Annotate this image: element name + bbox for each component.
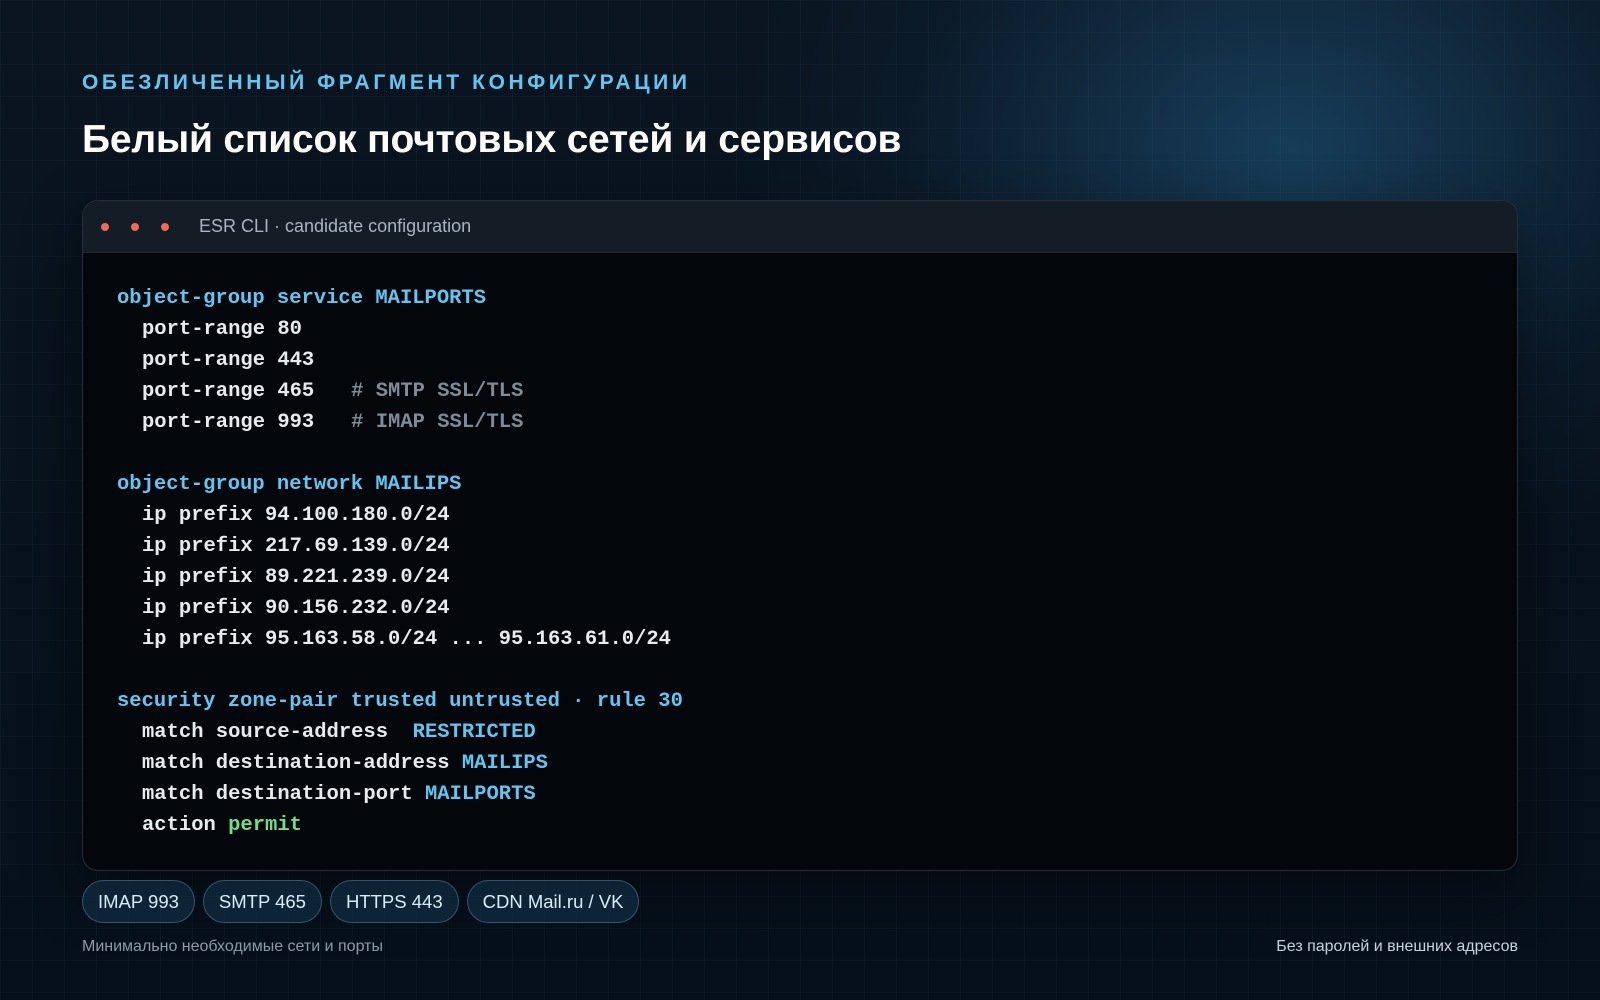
action-keyword: action xyxy=(142,814,229,837)
match-value: MAILIPS xyxy=(461,752,548,775)
port-range-line: port-range 993 xyxy=(142,411,352,434)
code-line: match source-address RESTRICTED xyxy=(117,717,1483,748)
footer-note-left: Минимально необходимые сети и порты xyxy=(82,938,383,955)
tag-cdn: CDN Mail.ru / VK xyxy=(466,880,640,923)
ip-prefix-line: ip prefix 217.69.139.0/24 xyxy=(142,535,450,558)
action-value: permit xyxy=(228,814,302,837)
code-line: ip prefix 94.100.180.0/24 xyxy=(117,500,1483,531)
terminal-window: ESR CLI · candidate configuration object… xyxy=(82,200,1518,871)
terminal-titlebar: ESR CLI · candidate configuration xyxy=(83,201,1517,253)
match-keyword: match source-address xyxy=(142,721,413,744)
eyebrow-label: ОБЕЗЛИЧЕННЫЙ ФРАГМЕНТ КОНФИГУРАЦИИ xyxy=(82,71,691,94)
match-keyword: match destination-port xyxy=(142,783,425,806)
code-line: object-group network MAILIPS xyxy=(117,469,1483,500)
window-dot-icon xyxy=(131,222,139,231)
port-range-line: port-range 80 xyxy=(142,318,302,341)
window-dot-icon xyxy=(161,222,169,231)
code-line: object-group service MAILPORTS xyxy=(117,283,1483,314)
code-line: security zone-pair trusted untrusted · r… xyxy=(117,686,1483,717)
code-line: port-range 993 # IMAP SSL/TLS xyxy=(117,407,1483,438)
code-line: match destination-port MAILPORTS xyxy=(117,779,1483,810)
code-comment: # IMAP SSL/TLS xyxy=(351,411,524,434)
code-line: port-range 465 # SMTP SSL/TLS xyxy=(117,376,1483,407)
code-line: ip prefix 89.221.239.0/24 xyxy=(117,562,1483,593)
tag-imap: IMAP 993 xyxy=(82,880,195,923)
code-line: ip prefix 217.69.139.0/24 xyxy=(117,531,1483,562)
code-line: port-range 80 xyxy=(117,314,1483,345)
window-dot-icon xyxy=(101,222,109,231)
ip-prefix-line: ip prefix 89.221.239.0/24 xyxy=(142,566,450,589)
ip-prefix-line: ip prefix 95.163.58.0/24 ... 95.163.61.0… xyxy=(142,628,671,651)
footer-note-right: Без паролей и внешних адресов xyxy=(1276,938,1518,955)
terminal-title: ESR CLI · candidate configuration xyxy=(199,216,472,236)
code-line: action permit xyxy=(117,810,1483,841)
ip-prefix-line: ip prefix 94.100.180.0/24 xyxy=(142,504,450,527)
slide-content: ОБЕЗЛИЧЕННЫЙ ФРАГМЕНТ КОНФИГУРАЦИИ Белый… xyxy=(82,0,1518,1000)
ip-prefix-line: ip prefix 90.156.232.0/24 xyxy=(142,597,450,620)
tag-smtp: SMTP 465 xyxy=(202,880,322,923)
zone-pair-header: security zone-pair trusted untrusted · r… xyxy=(117,690,683,713)
match-value: MAILPORTS xyxy=(424,783,536,806)
port-range-line: port-range 443 xyxy=(142,349,315,372)
tag-https: HTTPS 443 xyxy=(329,880,459,923)
code-comment: # SMTP SSL/TLS xyxy=(351,380,524,403)
page-title: Белый список почтовых сетей и сервисов xyxy=(82,118,902,161)
port-range-line: port-range 465 xyxy=(142,380,352,403)
code-line: ip prefix 95.163.58.0/24 ... 95.163.61.0… xyxy=(117,624,1483,655)
code-line: port-range 443 xyxy=(117,345,1483,376)
code-line: ip prefix 90.156.232.0/24 xyxy=(117,593,1483,624)
match-keyword: match destination-address xyxy=(142,752,462,775)
match-value: RESTRICTED xyxy=(412,721,536,744)
code-line: match destination-address MAILIPS xyxy=(117,748,1483,779)
network-group-header: object-group network MAILIPS xyxy=(117,473,462,496)
code-block: object-group service MAILPORTS port-range… xyxy=(83,253,1517,841)
service-group-header: object-group service MAILPORTS xyxy=(117,287,487,310)
tag-list: IMAP 993 SMTP 465 HTTPS 443 CDN Mail.ru … xyxy=(82,880,640,923)
